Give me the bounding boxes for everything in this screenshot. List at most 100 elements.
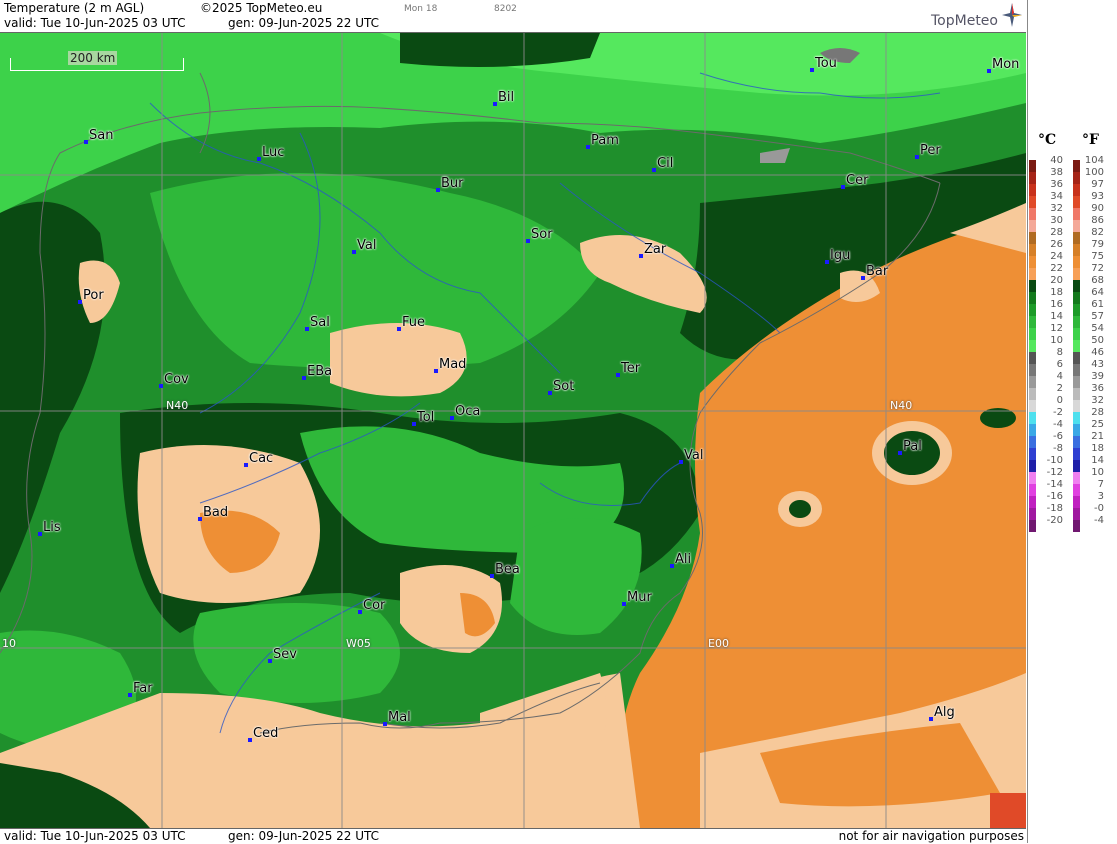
legend-celsius-label: 16 bbox=[1050, 299, 1063, 310]
legend-celsius-label: 12 bbox=[1050, 323, 1063, 334]
city-label[interactable]: Far bbox=[128, 681, 153, 697]
city-label[interactable]: Mal bbox=[383, 710, 411, 726]
legend-celsius-label: -2 bbox=[1053, 407, 1063, 418]
city-label[interactable]: Sal bbox=[305, 315, 330, 331]
grid-label-n40-west: N40 bbox=[166, 399, 189, 412]
city-label[interactable]: Igu bbox=[824, 248, 850, 264]
city-label[interactable]: Sot bbox=[547, 379, 574, 395]
footer-bar: valid: Tue 10-Jun-2025 03 UTC gen: 09-Ju… bbox=[0, 828, 1026, 844]
city-label[interactable]: Ali bbox=[669, 552, 691, 568]
legend-celsius-label: 40 bbox=[1050, 155, 1063, 166]
city-label[interactable]: Per bbox=[915, 143, 941, 159]
legend-fahrenheit-label: 57 bbox=[1091, 311, 1104, 322]
city-label[interactable]: Cil bbox=[651, 156, 673, 172]
footer-generated-time: gen: 09-Jun-2025 22 UTC bbox=[228, 829, 380, 843]
city-label[interactable]: San bbox=[83, 128, 113, 144]
legend-fahrenheit-label: 43 bbox=[1091, 359, 1104, 370]
legend-fahrenheit-label: 72 bbox=[1091, 263, 1104, 274]
city-label[interactable]: Luc bbox=[256, 145, 284, 161]
legend-celsius-label: 20 bbox=[1050, 275, 1063, 286]
brand-name[interactable]: TopMeteo bbox=[931, 13, 998, 29]
city-label[interactable]: Cor bbox=[357, 598, 385, 614]
city-label[interactable]: Bar bbox=[860, 264, 888, 280]
legend-celsius-label: 36 bbox=[1050, 179, 1063, 190]
city-label[interactable]: Val bbox=[351, 238, 376, 254]
celsius-heading: °C bbox=[1038, 132, 1057, 148]
legend-fahrenheit-label: 54 bbox=[1091, 323, 1104, 334]
footer-valid-time: valid: Tue 10-Jun-2025 03 UTC bbox=[4, 829, 186, 843]
temperature-legend: °C °F 40 104 38 100 36 97 34 93 32 90 30 86 28 82 26 79… bbox=[1027, 0, 1117, 843]
city-label[interactable]: Val bbox=[678, 448, 703, 464]
city-label[interactable]: Mur bbox=[622, 590, 652, 606]
city-label[interactable]: Bil bbox=[492, 90, 514, 106]
grid-label-w05: W05 bbox=[346, 637, 371, 650]
legend-fahrenheit-label: 64 bbox=[1091, 287, 1104, 298]
city-label[interactable]: Por bbox=[78, 288, 104, 304]
legend-fahrenheit-label: 86 bbox=[1091, 215, 1104, 226]
fahrenheit-heading: °F bbox=[1082, 132, 1099, 148]
city-label[interactable]: Ter bbox=[615, 361, 640, 377]
product-code: 8202 bbox=[494, 4, 517, 14]
legend-fahrenheit-label: -4 bbox=[1094, 515, 1104, 526]
generated-time: gen: 09-Jun-2025 22 UTC bbox=[228, 16, 380, 30]
legend-fahrenheit-label: 90 bbox=[1091, 203, 1104, 214]
legend-celsius-label: 0 bbox=[1056, 395, 1063, 406]
legend-fahrenheit-label: 79 bbox=[1091, 239, 1104, 250]
legend-fahrenheit-label: 3 bbox=[1097, 491, 1104, 502]
city-label[interactable]: Cac bbox=[243, 451, 273, 467]
city-label[interactable]: Tou bbox=[810, 56, 837, 72]
legend-celsius-label: 26 bbox=[1050, 239, 1063, 250]
city-label[interactable]: EBa bbox=[301, 364, 332, 380]
city-label[interactable]: Oca bbox=[449, 404, 480, 420]
city-label[interactable]: Lis bbox=[38, 520, 61, 536]
city-label[interactable]: Cov bbox=[159, 372, 189, 388]
city-label[interactable]: Mon bbox=[986, 57, 1019, 73]
city-label[interactable]: Alg bbox=[929, 705, 955, 721]
legend-celsius-label: 2 bbox=[1056, 383, 1063, 394]
legend-celsius-label: -14 bbox=[1046, 479, 1063, 490]
grid-label-w10: 10 bbox=[2, 637, 16, 650]
copyright: ©2025 TopMeteo.eu bbox=[200, 1, 323, 15]
legend-fahrenheit-label: 93 bbox=[1091, 191, 1104, 202]
legend-fahrenheit-label: 100 bbox=[1084, 167, 1104, 178]
city-label[interactable]: Sev bbox=[268, 647, 297, 663]
legend-celsius-label: -16 bbox=[1046, 491, 1063, 502]
run-code: Mon 18 bbox=[404, 4, 438, 14]
temperature-map[interactable]: 200 km N40 N40 W05 E00 10 Tou Mon Bil Sa… bbox=[0, 33, 1026, 828]
legend-celsius-label: 28 bbox=[1050, 227, 1063, 238]
map-canvas bbox=[0, 33, 1026, 828]
product-title: Temperature (2 m AGL) bbox=[4, 1, 145, 15]
legend-fahrenheit-label: 14 bbox=[1091, 455, 1104, 466]
city-label[interactable]: Bea bbox=[490, 562, 520, 578]
legend-fahrenheit-label: 28 bbox=[1091, 407, 1104, 418]
city-label[interactable]: Sor bbox=[526, 227, 553, 243]
city-label[interactable]: Ced bbox=[247, 726, 278, 742]
city-label[interactable]: Fue bbox=[396, 315, 425, 331]
city-label[interactable]: Mad bbox=[433, 357, 466, 373]
legend-fahrenheit-label: 21 bbox=[1091, 431, 1104, 442]
city-label[interactable]: Cer bbox=[840, 173, 868, 189]
city-label[interactable]: Bad bbox=[197, 505, 228, 521]
legend-celsius-label: 6 bbox=[1056, 359, 1063, 370]
legend-fahrenheit-label: 104 bbox=[1084, 155, 1104, 166]
legend-fahrenheit-label: 25 bbox=[1091, 419, 1104, 430]
legend-fahrenheit-label: 18 bbox=[1091, 443, 1104, 454]
legend-fahrenheit-label: 46 bbox=[1091, 347, 1104, 358]
legend-celsius-label: -8 bbox=[1053, 443, 1063, 454]
city-label[interactable]: Bur bbox=[436, 176, 464, 192]
city-label[interactable]: Pal bbox=[898, 439, 922, 455]
legend-celsius-label: -6 bbox=[1053, 431, 1063, 442]
legend-celsius-label: -18 bbox=[1046, 503, 1063, 514]
legend-celsius-label: 22 bbox=[1050, 263, 1063, 274]
legend-fahrenheit-label: 10 bbox=[1091, 467, 1104, 478]
legend-fahrenheit-label: 50 bbox=[1091, 335, 1104, 346]
city-label[interactable]: Tol bbox=[411, 410, 434, 426]
legend-fahrenheit-label: 32 bbox=[1091, 395, 1104, 406]
compass-logo-icon bbox=[1002, 3, 1022, 27]
legend-celsius-label: -10 bbox=[1046, 455, 1063, 466]
city-label[interactable]: Pam bbox=[586, 133, 619, 149]
legend-celsius-label: -12 bbox=[1046, 467, 1063, 478]
legend-fahrenheit-label: -0 bbox=[1094, 503, 1104, 514]
city-label[interactable]: Zar bbox=[638, 242, 666, 258]
legend-fahrenheit-label: 39 bbox=[1091, 371, 1104, 382]
